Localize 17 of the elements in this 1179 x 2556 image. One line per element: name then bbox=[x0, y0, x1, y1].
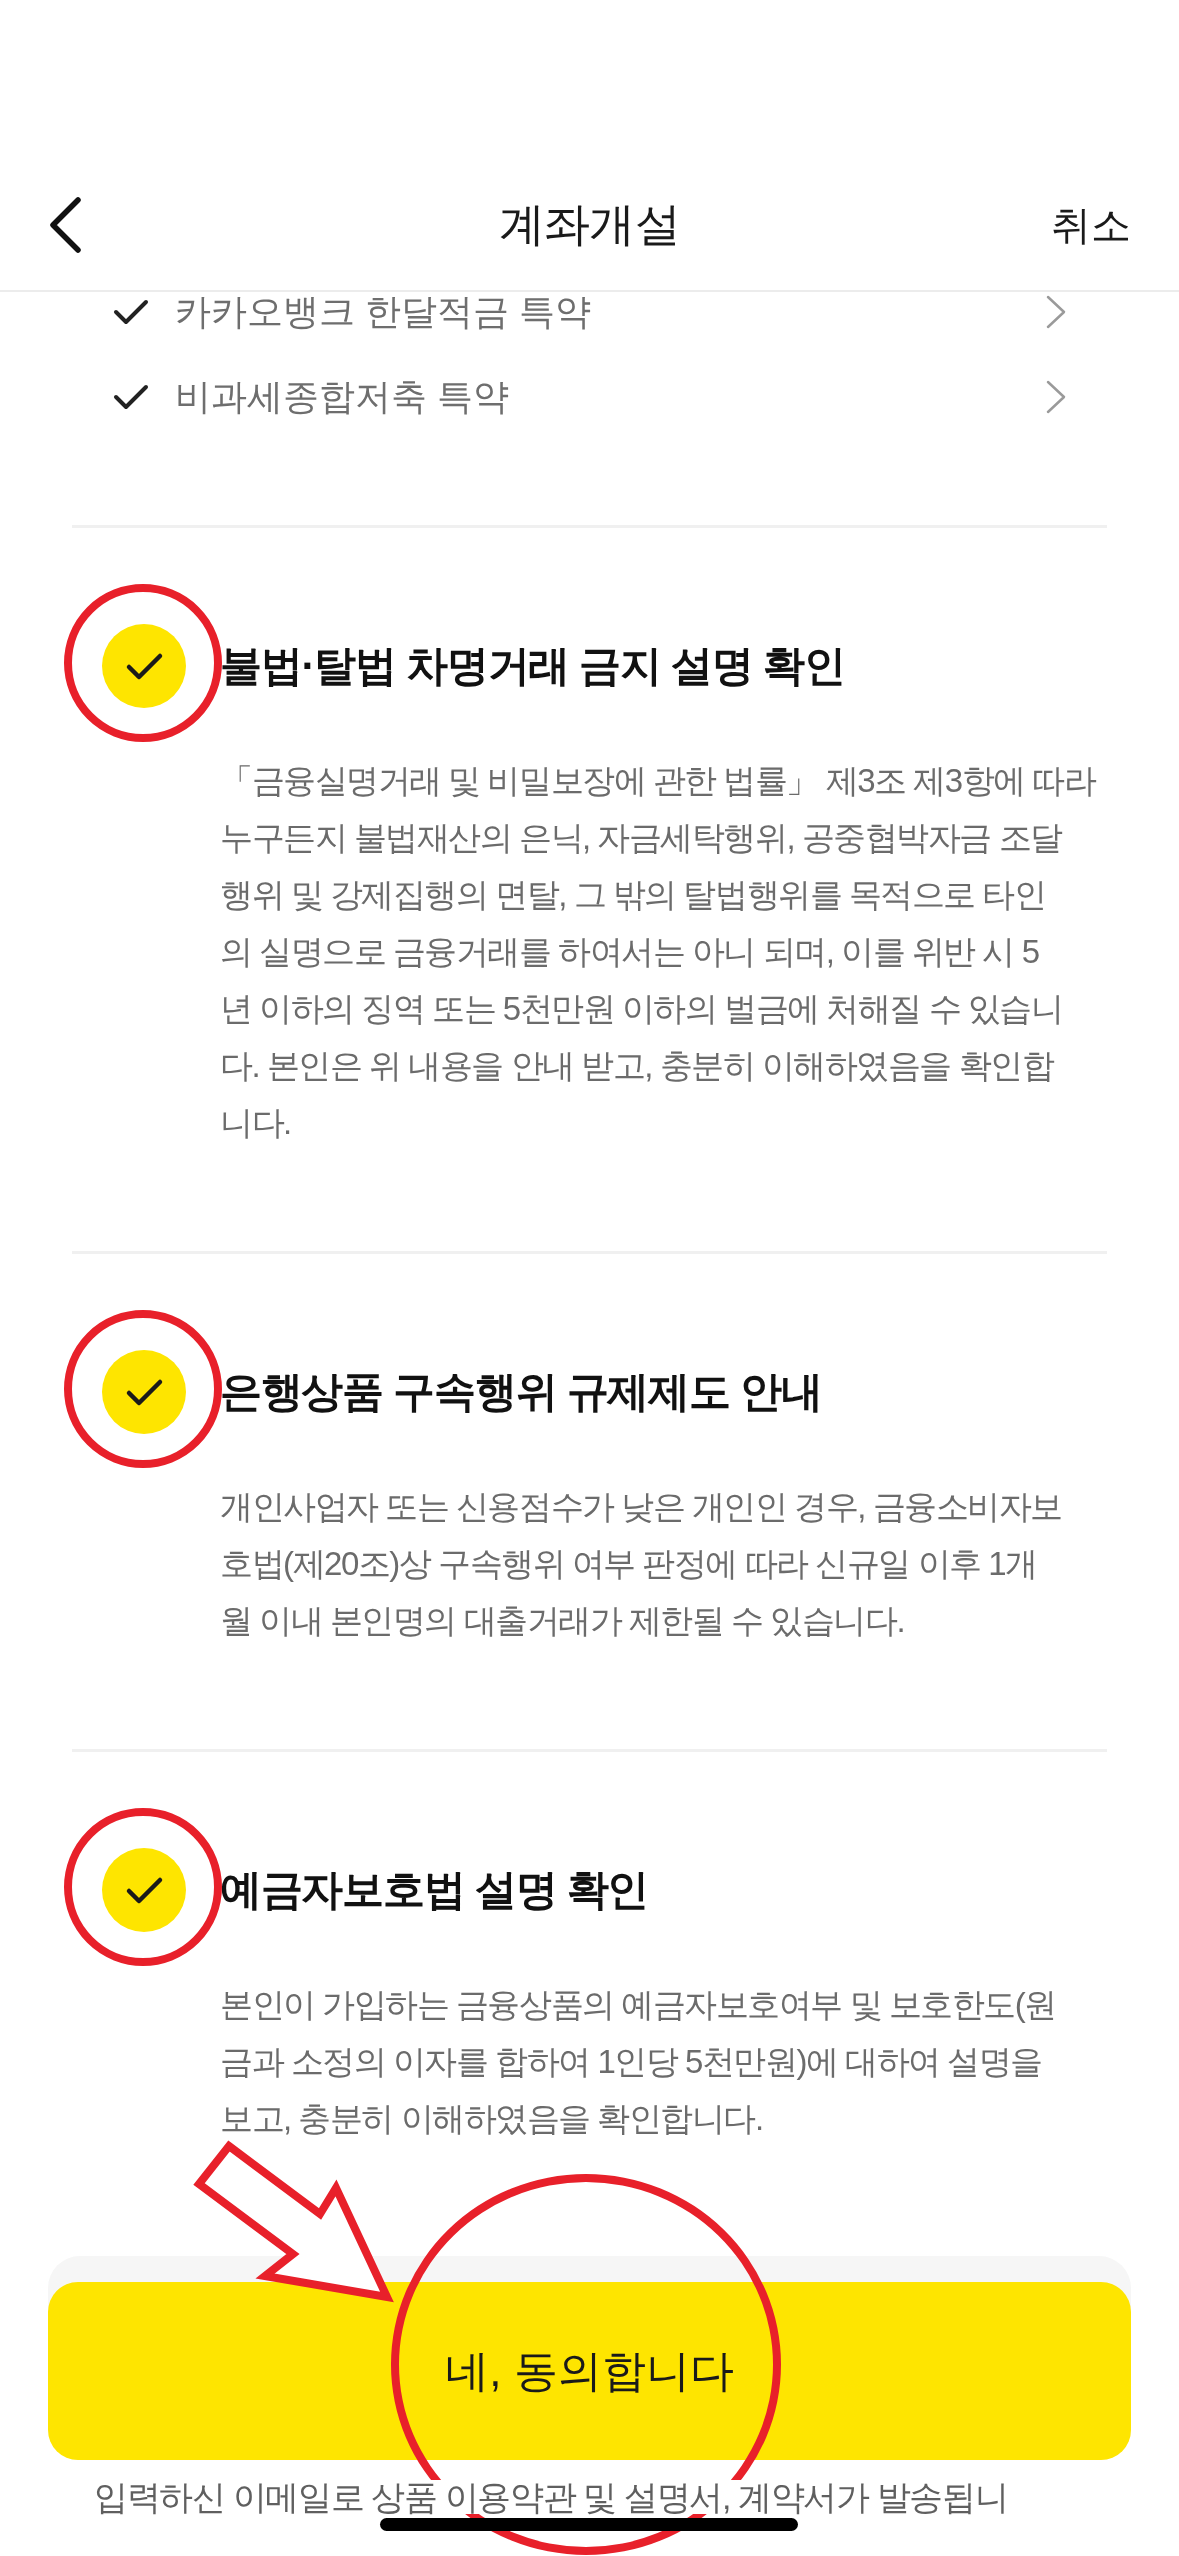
checkbox[interactable] bbox=[102, 624, 186, 708]
section-title: 불법·탈법 차명거래 금지 설명 확인 bbox=[220, 641, 845, 691]
checkbox[interactable] bbox=[102, 1350, 186, 1434]
section-title: 은행상품 구속행위 규제제도 안내 bbox=[220, 1367, 822, 1417]
agreement-item[interactable]: 카카오뱅크 한달적금 특약 bbox=[0, 292, 1179, 332]
agreement-item[interactable]: 비과세종합저축 특약 bbox=[0, 377, 1179, 417]
screen-title: 계좌개설 bbox=[499, 197, 680, 252]
agree-button[interactable]: 네, 동의합니다 bbox=[48, 2282, 1131, 2460]
checkbox[interactable] bbox=[102, 1848, 186, 1932]
section-title: 예금자보호법 설명 확인 bbox=[220, 1865, 649, 1915]
chevron-left-icon bbox=[48, 197, 82, 253]
section-body: 「금융실명거래 및 비밀보장에 관한 법률」 제3조 제3항에 따라 누구든지 불법재산의 은닉, 자금세탁행위, 공중협박자금 조달 행위 및 강제집행의 면탈, 그 밖의 탈법행위를 목적으로 타인 의 실명으로 금융거래를 하여서는 아니 되며, 이를 위반 시 5 년 이하의 징역 또는 5천만원 이하의 벌금에 처해질 수 있습니 다. 본인은 위 내용을 안내 받고, 충분히 이해하였음을 확인합 니다. bbox=[220, 761, 1097, 1143]
section-body: 본인이 가입하는 금융상품의 예금자보호여부 및 보호한도(원 금과 소정의 이자를 합하여 1인당 5천만원)에 대하여 설명을 보고, 충분히 이해하였음을 확인합니다. bbox=[220, 1985, 1057, 2139]
section-body: 개인사업자 또는 신용점수가 낮은 개인인 경우, 금융소비자보 호법(제20조)상 구속행위 여부 판정에 따라 신규일 이후 1개 월 이내 본인명의 대출거래가 제한될 수 있습니다. bbox=[220, 1487, 1063, 1641]
cancel-button[interactable]: 취소 bbox=[1051, 197, 1131, 253]
chevron-right-icon bbox=[1045, 379, 1067, 415]
chevron-right-icon bbox=[1045, 294, 1067, 330]
